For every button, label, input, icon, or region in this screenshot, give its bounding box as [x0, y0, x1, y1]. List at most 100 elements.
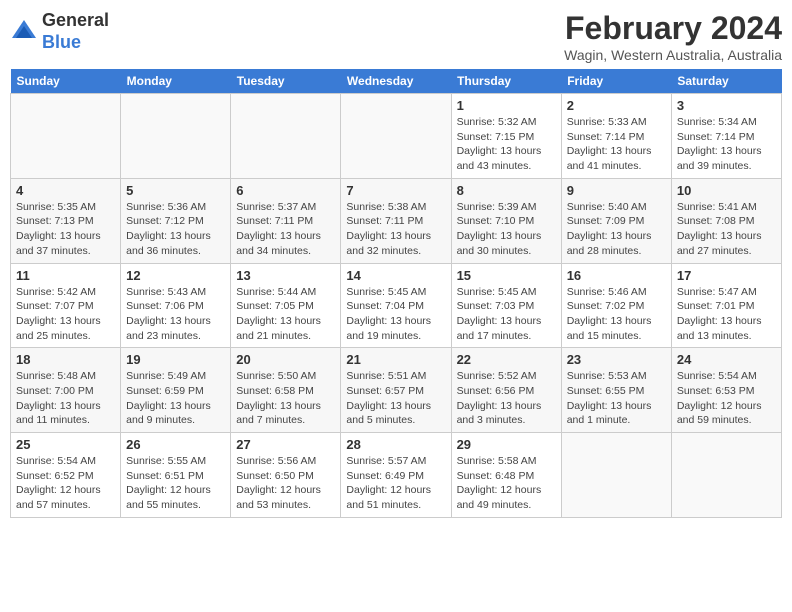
- day-number: 25: [16, 437, 115, 452]
- day-number: 7: [346, 183, 445, 198]
- day-info: Sunrise: 5:42 AMSunset: 7:07 PMDaylight:…: [16, 285, 115, 344]
- day-info: Sunrise: 5:55 AMSunset: 6:51 PMDaylight:…: [126, 454, 225, 513]
- day-info: Sunrise: 5:53 AMSunset: 6:55 PMDaylight:…: [567, 369, 666, 428]
- day-number: 24: [677, 352, 776, 367]
- page-header: General Blue February 2024 Wagin, Wester…: [10, 10, 782, 63]
- day-number: 9: [567, 183, 666, 198]
- table-row: 1 Sunrise: 5:32 AMSunset: 7:15 PMDaylight…: [451, 94, 561, 179]
- day-number: 29: [457, 437, 556, 452]
- day-number: 19: [126, 352, 225, 367]
- table-row: 2 Sunrise: 5:33 AMSunset: 7:14 PMDaylight…: [561, 94, 671, 179]
- header-saturday: Saturday: [671, 69, 781, 94]
- week-row-5: 25 Sunrise: 5:54 AMSunset: 6:52 PMDayligh…: [11, 433, 782, 518]
- location-subtitle: Wagin, Western Australia, Australia: [564, 47, 782, 63]
- table-row: 5Sunrise: 5:36 AMSunset: 7:12 PMDaylight…: [121, 178, 231, 263]
- day-info: Sunrise: 5:37 AMSunset: 7:11 PMDaylight:…: [236, 200, 335, 259]
- day-info: Sunrise: 5:54 AMSunset: 6:52 PMDaylight:…: [16, 454, 115, 513]
- week-row-2: 4 Sunrise: 5:35 AMSunset: 7:13 PMDaylight…: [11, 178, 782, 263]
- day-number: 6: [236, 183, 335, 198]
- day-info: Sunrise: 5:56 AMSunset: 6:50 PMDaylight:…: [236, 454, 335, 513]
- week-row-4: 18Sunrise: 5:48 AMSunset: 7:00 PMDayligh…: [11, 348, 782, 433]
- table-row: 28Sunrise: 5:57 AMSunset: 6:49 PMDayligh…: [341, 433, 451, 518]
- logo-general: General: [42, 10, 109, 30]
- table-row: [11, 94, 121, 179]
- day-number: 26: [126, 437, 225, 452]
- header-friday: Friday: [561, 69, 671, 94]
- day-info: Sunrise: 5:32 AMSunset: 7:15 PMDaylight:…: [457, 115, 556, 174]
- day-info: Sunrise: 5:43 AMSunset: 7:06 PMDaylight:…: [126, 285, 225, 344]
- logo-icon: [10, 18, 38, 46]
- day-number: 22: [457, 352, 556, 367]
- day-info: Sunrise: 5:39 AMSunset: 7:10 PMDaylight:…: [457, 200, 556, 259]
- day-number: 2: [567, 98, 666, 113]
- logo-blue: Blue: [42, 32, 81, 52]
- day-info: Sunrise: 5:34 AMSunset: 7:14 PMDaylight:…: [677, 115, 776, 174]
- header-monday: Monday: [121, 69, 231, 94]
- day-info: Sunrise: 5:40 AMSunset: 7:09 PMDaylight:…: [567, 200, 666, 259]
- table-row: 8 Sunrise: 5:39 AMSunset: 7:10 PMDaylight…: [451, 178, 561, 263]
- calendar-table: Sunday Monday Tuesday Wednesday Thursday…: [10, 69, 782, 518]
- day-number: 15: [457, 268, 556, 283]
- table-row: 26 Sunrise: 5:55 AMSunset: 6:51 PMDayligh…: [121, 433, 231, 518]
- day-number: 28: [346, 437, 445, 452]
- day-number: 12: [126, 268, 225, 283]
- day-number: 16: [567, 268, 666, 283]
- day-info: Sunrise: 5:33 AMSunset: 7:14 PMDaylight:…: [567, 115, 666, 174]
- calendar-header-row: Sunday Monday Tuesday Wednesday Thursday…: [11, 69, 782, 94]
- day-info: Sunrise: 5:50 AMSunset: 6:58 PMDaylight:…: [236, 369, 335, 428]
- header-tuesday: Tuesday: [231, 69, 341, 94]
- day-number: 8: [457, 183, 556, 198]
- day-number: 27: [236, 437, 335, 452]
- table-row: 27 Sunrise: 5:56 AMSunset: 6:50 PMDayligh…: [231, 433, 341, 518]
- table-row: [671, 433, 781, 518]
- table-row: 22 Sunrise: 5:52 AMSunset: 6:56 PMDayligh…: [451, 348, 561, 433]
- day-number: 3: [677, 98, 776, 113]
- table-row: [341, 94, 451, 179]
- table-row: 23 Sunrise: 5:53 AMSunset: 6:55 PMDayligh…: [561, 348, 671, 433]
- table-row: 15 Sunrise: 5:45 AMSunset: 7:03 PMDayligh…: [451, 263, 561, 348]
- table-row: 24 Sunrise: 5:54 AMSunset: 6:53 PMDayligh…: [671, 348, 781, 433]
- day-number: 17: [677, 268, 776, 283]
- table-row: 13 Sunrise: 5:44 AMSunset: 7:05 PMDayligh…: [231, 263, 341, 348]
- table-row: 16 Sunrise: 5:46 AMSunset: 7:02 PMDayligh…: [561, 263, 671, 348]
- day-number: 11: [16, 268, 115, 283]
- header-thursday: Thursday: [451, 69, 561, 94]
- header-wednesday: Wednesday: [341, 69, 451, 94]
- day-info: Sunrise: 5:51 AMSunset: 6:57 PMDaylight:…: [346, 369, 445, 428]
- table-row: 10 Sunrise: 5:41 AMSunset: 7:08 PMDayligh…: [671, 178, 781, 263]
- day-info: Sunrise: 5:46 AMSunset: 7:02 PMDaylight:…: [567, 285, 666, 344]
- table-row: 29 Sunrise: 5:58 AMSunset: 6:48 PMDayligh…: [451, 433, 561, 518]
- day-info: Sunrise: 5:54 AMSunset: 6:53 PMDaylight:…: [677, 369, 776, 428]
- day-info: Sunrise: 5:41 AMSunset: 7:08 PMDaylight:…: [677, 200, 776, 259]
- day-number: 4: [16, 183, 115, 198]
- day-number: 1: [457, 98, 556, 113]
- table-row: 9 Sunrise: 5:40 AMSunset: 7:09 PMDaylight…: [561, 178, 671, 263]
- table-row: 7Sunrise: 5:38 AMSunset: 7:11 PMDaylight…: [341, 178, 451, 263]
- month-year-title: February 2024: [564, 10, 782, 47]
- day-info: Sunrise: 5:48 AMSunset: 7:00 PMDaylight:…: [16, 369, 115, 428]
- day-info: Sunrise: 5:45 AMSunset: 7:03 PMDaylight:…: [457, 285, 556, 344]
- table-row: 6 Sunrise: 5:37 AMSunset: 7:11 PMDaylight…: [231, 178, 341, 263]
- day-number: 23: [567, 352, 666, 367]
- day-info: Sunrise: 5:44 AMSunset: 7:05 PMDaylight:…: [236, 285, 335, 344]
- week-row-3: 11 Sunrise: 5:42 AMSunset: 7:07 PMDayligh…: [11, 263, 782, 348]
- day-number: 10: [677, 183, 776, 198]
- table-row: 19Sunrise: 5:49 AMSunset: 6:59 PMDayligh…: [121, 348, 231, 433]
- day-number: 5: [126, 183, 225, 198]
- header-sunday: Sunday: [11, 69, 121, 94]
- table-row: 11 Sunrise: 5:42 AMSunset: 7:07 PMDayligh…: [11, 263, 121, 348]
- day-info: Sunrise: 5:35 AMSunset: 7:13 PMDaylight:…: [16, 200, 115, 259]
- day-info: Sunrise: 5:52 AMSunset: 6:56 PMDaylight:…: [457, 369, 556, 428]
- day-number: 13: [236, 268, 335, 283]
- table-row: 17Sunrise: 5:47 AMSunset: 7:01 PMDayligh…: [671, 263, 781, 348]
- logo-text: General Blue: [42, 10, 109, 53]
- table-row: [121, 94, 231, 179]
- title-block: February 2024 Wagin, Western Australia, …: [564, 10, 782, 63]
- table-row: 12 Sunrise: 5:43 AMSunset: 7:06 PMDayligh…: [121, 263, 231, 348]
- table-row: [231, 94, 341, 179]
- day-info: Sunrise: 5:58 AMSunset: 6:48 PMDaylight:…: [457, 454, 556, 513]
- table-row: 14Sunrise: 5:45 AMSunset: 7:04 PMDayligh…: [341, 263, 451, 348]
- table-row: 3 Sunrise: 5:34 AMSunset: 7:14 PMDaylight…: [671, 94, 781, 179]
- logo: General Blue: [10, 10, 109, 53]
- table-row: [561, 433, 671, 518]
